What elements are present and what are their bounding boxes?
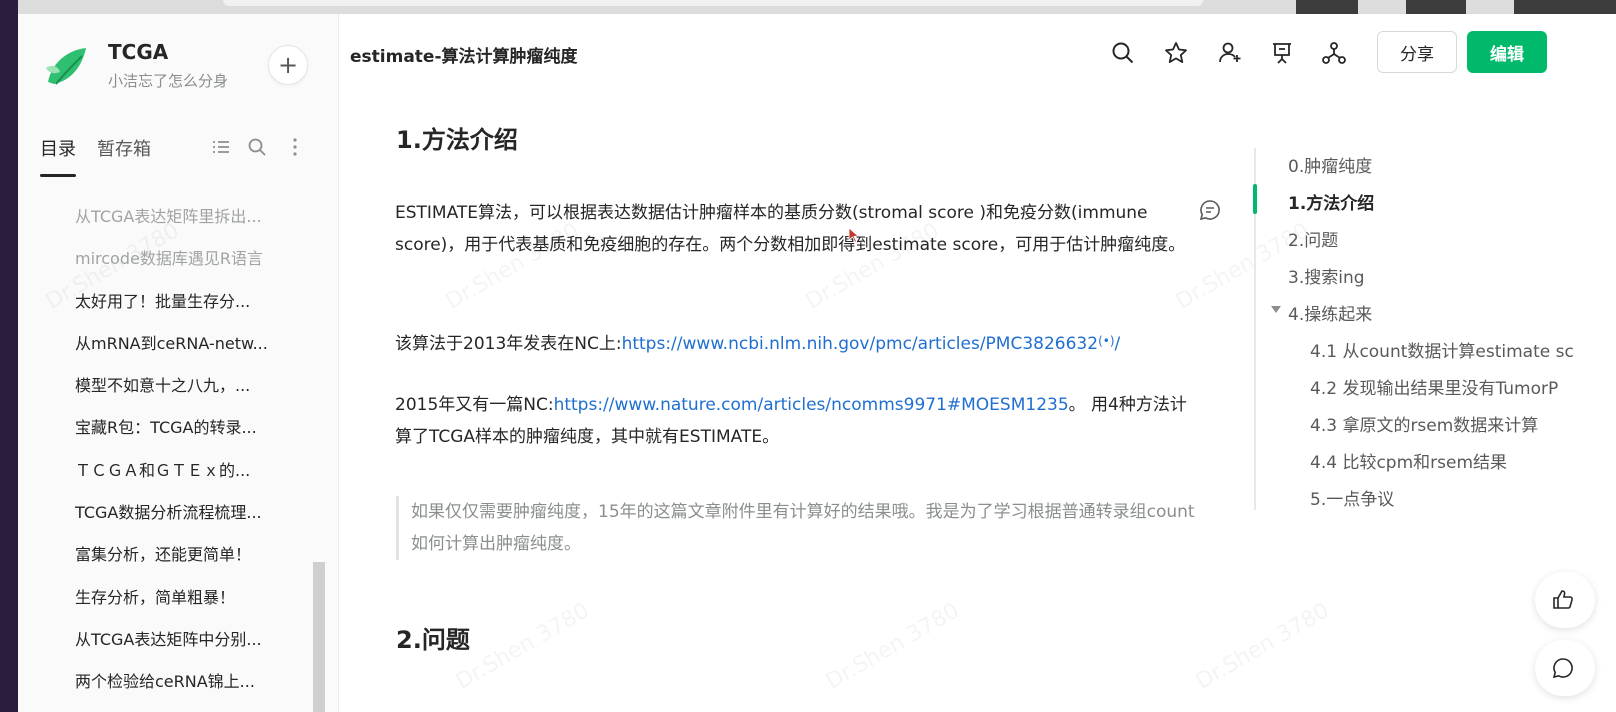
sidebar-scrollbar[interactable] [313, 562, 325, 712]
app-window: TCGA 小洁忘了怎么分身 + 目录 暂存箱 从TCGA表达矩阵里拆出... m… [18, 14, 1616, 712]
comment-icon[interactable] [1198, 198, 1222, 222]
doc-title: estimate-算法计算肿瘤纯度 [350, 47, 578, 67]
watermark: Dr.Shen 3780 [452, 598, 594, 694]
list-item[interactable]: ＴＣＧＡ和ＧＴＥｘ的... [18, 450, 285, 492]
outline-item[interactable]: 4.操练起来 [1288, 300, 1372, 325]
paragraph-2015: 2015年又有一篇NC:https://www.nature.com/artic… [395, 389, 1195, 453]
outline-subitem[interactable]: 4.1 从count数据计算estimate sc [1310, 337, 1574, 362]
list-item[interactable]: 富集分析，还能更简单！ [18, 534, 285, 576]
edit-button[interactable]: 编辑 [1467, 31, 1547, 73]
paragraph-text: 该算法于2013年发表在NC上: [395, 334, 622, 354]
outline-subitem[interactable]: 4.3 拿原文的rsem数据来计算 [1310, 411, 1538, 436]
list-item[interactable]: 生存分析，简单粗暴！ [18, 577, 285, 619]
mouse-cursor-icon [848, 227, 859, 243]
share-button[interactable]: 分享 [1377, 31, 1457, 73]
tab-toc[interactable]: 目录 [40, 135, 76, 161]
link-tail[interactable]: / [1115, 334, 1121, 354]
list-item[interactable]: TCGA数据分析流程梳理... [18, 492, 285, 534]
watermark: Dr.Shen 3780 [822, 598, 964, 694]
tab-drafts[interactable]: 暂存箱 [97, 135, 151, 161]
ncbi-link[interactable]: https://www.ncbi.nlm.nih.gov/pmc/article… [622, 334, 1098, 354]
broadcast-icon: (•) [1098, 334, 1115, 348]
active-tab-indicator [40, 174, 76, 177]
list-item[interactable]: 从TCGA表达矩阵中分别... [18, 619, 285, 661]
nature-link[interactable]: https://www.nature.com/articles/ncomms99… [554, 395, 1069, 415]
outline-item[interactable]: 0.肿瘤纯度 [1288, 152, 1372, 177]
outline-subitem[interactable]: 4.2 发现输出结果里没有TumorP [1310, 374, 1558, 399]
chat-icon [1552, 658, 1573, 679]
list-item[interactable]: 从mRNA到ceRNA-netw... [18, 323, 285, 365]
collapse-caret-icon[interactable] [1271, 306, 1281, 313]
paragraph-text: 2015年又有一篇NC: [395, 395, 554, 415]
list-item[interactable]: 两个检验给ceRNA锦上... [18, 661, 285, 703]
list-view-icon[interactable] [210, 136, 232, 158]
toc-list: 从TCGA表达矩阵里拆出... mircode数据库遇见R语言 太好用了！批量生… [18, 196, 318, 704]
star-icon[interactable] [1163, 40, 1189, 66]
list-item[interactable]: 模型不如意十之八九，... [18, 365, 285, 407]
book-title[interactable]: TCGA [108, 40, 168, 64]
watermark: Dr.Shen 3780 [1192, 598, 1334, 694]
outline-item[interactable]: 3.搜索ing [1288, 263, 1365, 288]
list-item[interactable]: 宝藏R包：TCGA的转录... [18, 407, 285, 449]
book-author[interactable]: 小洁忘了怎么分身 [108, 70, 228, 91]
more-icon[interactable] [284, 136, 306, 158]
book-logo-icon [46, 48, 86, 85]
thumbs-up-icon [1553, 590, 1573, 609]
graph-icon[interactable] [1321, 40, 1347, 66]
comment-button[interactable] [1535, 640, 1595, 696]
outline-subitem[interactable]: 5.一点争议 [1310, 485, 1394, 510]
outline-subitem[interactable]: 4.4 比较cpm和rsem结果 [1310, 448, 1507, 473]
blockquote: 如果仅仅需要肿瘤纯度，15年的这篇文章附件里有计算好的结果哦。我是为了学习根据普… [396, 496, 1201, 560]
heading-problem: 2.问题 [396, 626, 470, 654]
add-collaborator-icon[interactable] [1217, 40, 1243, 66]
search-icon[interactable] [1110, 40, 1136, 66]
add-button[interactable]: + [268, 45, 308, 85]
like-button[interactable] [1535, 572, 1595, 628]
outline-active-indicator [1253, 184, 1257, 214]
paragraph-2013: 该算法于2013年发表在NC上:https://www.ncbi.nlm.nih… [395, 325, 1195, 360]
window-edge [0, 0, 18, 712]
outline-item-active[interactable]: 1.方法介绍 [1288, 189, 1374, 214]
sidebar: TCGA 小洁忘了怎么分身 + 目录 暂存箱 从TCGA表达矩阵里拆出... m… [18, 14, 339, 712]
presentation-icon[interactable] [1269, 40, 1295, 66]
heading-method: 1.方法介绍 [396, 126, 518, 154]
search-icon[interactable] [246, 136, 268, 158]
browser-toolbar [18, 0, 1616, 14]
address-bar[interactable] [223, 0, 1203, 6]
